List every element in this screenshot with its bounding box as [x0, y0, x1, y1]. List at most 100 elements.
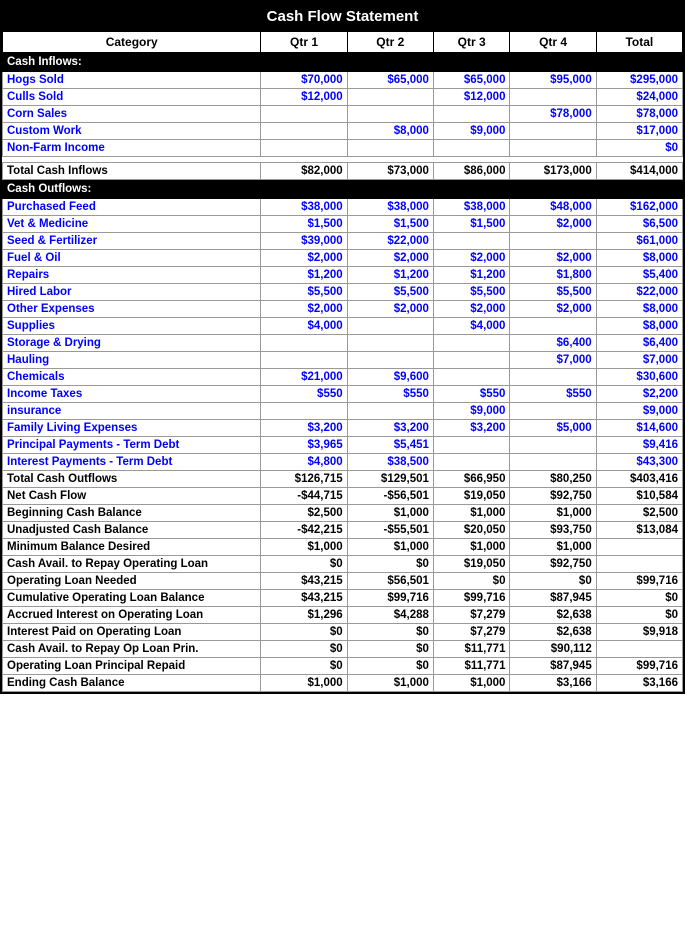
row-value: $0: [261, 624, 347, 641]
row-value: -$56,501: [347, 488, 433, 505]
row-value: [596, 641, 682, 658]
row-value: $550: [510, 386, 596, 403]
row-value: -$42,215: [261, 522, 347, 539]
row-value: $22,000: [347, 233, 433, 250]
row-value: $3,200: [347, 420, 433, 437]
row-value: $3,965: [261, 437, 347, 454]
row-value: $1,000: [261, 539, 347, 556]
row-value: $2,500: [261, 505, 347, 522]
row-value: $4,288: [347, 607, 433, 624]
row-value: $93,750: [510, 522, 596, 539]
row-value: $5,500: [433, 284, 510, 301]
row-value: $5,400: [596, 267, 682, 284]
row-value: [596, 539, 682, 556]
row-value: $0: [261, 658, 347, 675]
row-value: $9,416: [596, 437, 682, 454]
row-value: $162,000: [596, 199, 682, 216]
row-value: $9,000: [596, 403, 682, 420]
row-value: [347, 352, 433, 369]
row-value: $21,000: [261, 369, 347, 386]
row-value: $550: [347, 386, 433, 403]
row-label: Total Cash Outflows: [3, 471, 261, 488]
row-value: $22,000: [596, 284, 682, 301]
row-value: $14,600: [596, 420, 682, 437]
row-value: [510, 140, 596, 157]
row-value: $78,000: [510, 106, 596, 123]
row-value: $2,000: [433, 250, 510, 267]
row-value: $12,000: [433, 89, 510, 106]
row-value: $173,000: [510, 163, 596, 180]
row-value: $99,716: [596, 658, 682, 675]
row-value: $1,500: [261, 216, 347, 233]
row-value: $295,000: [596, 72, 682, 89]
row-value: $8,000: [596, 318, 682, 335]
row-value: $95,000: [510, 72, 596, 89]
row-value: $1,000: [433, 505, 510, 522]
row-value: $0: [347, 624, 433, 641]
row-value: $0: [510, 573, 596, 590]
row-value: -$55,501: [347, 522, 433, 539]
row-value: $2,000: [510, 216, 596, 233]
row-value: $73,000: [347, 163, 433, 180]
row-value: $38,000: [347, 199, 433, 216]
row-value: $4,800: [261, 454, 347, 471]
row-value: $1,200: [433, 267, 510, 284]
row-value: [347, 318, 433, 335]
row-value: [510, 369, 596, 386]
row-value: $414,000: [596, 163, 682, 180]
row-label: Ending Cash Balance: [3, 675, 261, 692]
row-value: $2,000: [261, 250, 347, 267]
row-value: $61,000: [596, 233, 682, 250]
row-value: $1,000: [347, 539, 433, 556]
row-label: Cumulative Operating Loan Balance: [3, 590, 261, 607]
row-label: Non-Farm Income: [3, 140, 261, 157]
row-label: Storage & Drying: [3, 335, 261, 352]
row-value: $0: [261, 641, 347, 658]
row-value: $99,716: [347, 590, 433, 607]
row-value: $38,000: [433, 199, 510, 216]
header-qtr2: Qtr 2: [347, 32, 433, 53]
row-label: Operating Loan Needed: [3, 573, 261, 590]
row-value: $6,500: [596, 216, 682, 233]
row-value: $13,084: [596, 522, 682, 539]
section-header: Cash Outflows:: [3, 180, 683, 199]
row-value: $2,000: [347, 250, 433, 267]
row-value: $19,050: [433, 556, 510, 573]
row-value: $7,279: [433, 607, 510, 624]
row-value: [433, 233, 510, 250]
row-value: [510, 318, 596, 335]
row-value: $0: [596, 607, 682, 624]
row-label: Hired Labor: [3, 284, 261, 301]
row-label: Minimum Balance Desired: [3, 539, 261, 556]
row-value: $0: [261, 556, 347, 573]
row-value: $9,000: [433, 403, 510, 420]
row-value: $5,500: [261, 284, 347, 301]
row-value: [347, 335, 433, 352]
page-title: Cash Flow Statement: [2, 2, 683, 31]
row-value: $5,500: [347, 284, 433, 301]
row-label: Interest Paid on Operating Loan: [3, 624, 261, 641]
row-value: $12,000: [261, 89, 347, 106]
row-value: $66,950: [433, 471, 510, 488]
row-label: Family Living Expenses: [3, 420, 261, 437]
row-value: $43,215: [261, 573, 347, 590]
row-value: $20,050: [433, 522, 510, 539]
row-value: $43,215: [261, 590, 347, 607]
row-value: $43,300: [596, 454, 682, 471]
row-label: Culls Sold: [3, 89, 261, 106]
row-value: [347, 403, 433, 420]
row-value: $90,112: [510, 641, 596, 658]
row-value: [347, 89, 433, 106]
row-value: $87,945: [510, 658, 596, 675]
row-label: Other Expenses: [3, 301, 261, 318]
row-value: $1,500: [433, 216, 510, 233]
row-value: $1,000: [347, 505, 433, 522]
row-value: $86,000: [433, 163, 510, 180]
row-value: $550: [261, 386, 347, 403]
row-value: $9,600: [347, 369, 433, 386]
row-value: $7,279: [433, 624, 510, 641]
row-value: $65,000: [347, 72, 433, 89]
row-label: Purchased Feed: [3, 199, 261, 216]
row-value: $92,750: [510, 488, 596, 505]
row-value: $10,584: [596, 488, 682, 505]
